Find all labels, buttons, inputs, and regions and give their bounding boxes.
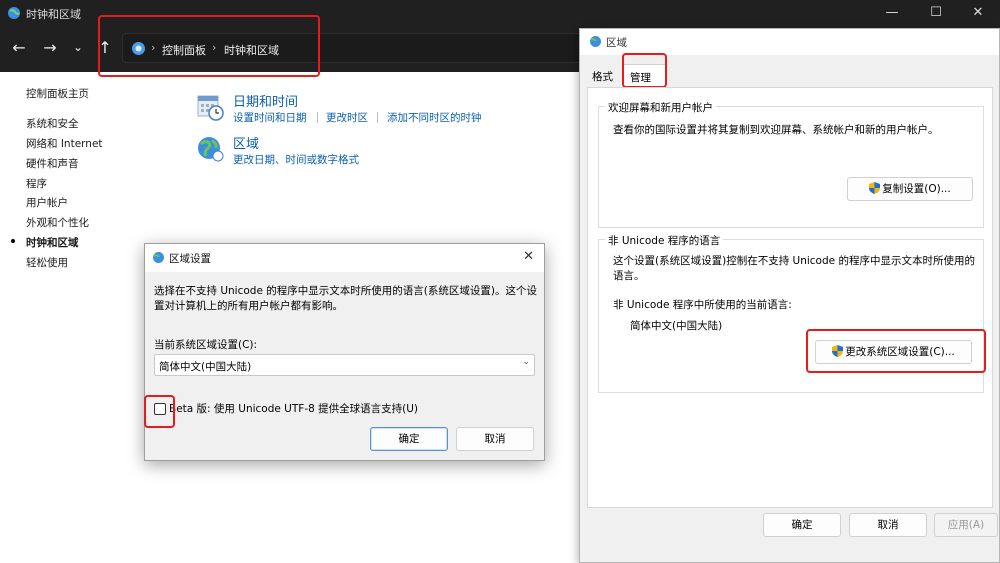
highlight-box-checkbox [144, 395, 175, 428]
administrative-panel: 欢迎屏幕和新用户帐户 查看你的国际设置并将其复制到欢迎屏幕、系统帐户和新的用户帐… [587, 87, 993, 508]
locale-select-value: 简体中文(中国大陆) [159, 361, 252, 373]
region-apply-button[interactable]: 应用(A) [934, 513, 998, 537]
current-language-value: 简体中文(中国大陆) [630, 320, 723, 332]
group-title-non-unicode: 非 Unicode 程序的语言 [605, 233, 724, 248]
sidebar-item-clock-region[interactable]: 时钟和区域 [26, 235, 79, 250]
tab-formats[interactable]: 格式 [592, 69, 613, 84]
sidebar-item-network[interactable]: 网络和 Internet [26, 136, 103, 151]
sidebar-item-home[interactable]: 控制面板主页 [26, 86, 89, 101]
copy-settings-label: 复制设置(O)... [882, 183, 951, 195]
non-unicode-description: 这个设置(系统区域设置)控制在不支持 Unicode 的程序中显示文本时所使用的… [613, 255, 975, 282]
locale-select[interactable]: 简体中文(中国大陆) ⌄ [154, 354, 535, 376]
current-locale-label: 当前系统区域设置(C): [154, 339, 258, 351]
link-change-formats[interactable]: 更改日期、时间或数字格式 [233, 152, 359, 167]
current-language-label: 非 Unicode 程序中所使用的当前语言: [613, 299, 792, 311]
chevron-down-icon[interactable]: ⌄ [68, 40, 88, 54]
sidebar-item-accounts[interactable]: 用户帐户 [26, 195, 68, 210]
sidebar-item-security[interactable]: 系统和安全 [26, 116, 79, 131]
copy-settings-button[interactable]: 复制设置(O)... [847, 177, 973, 201]
category-title-datetime[interactable]: 日期和时间 [233, 91, 298, 110]
region-ok-button[interactable]: 确定 [763, 513, 841, 537]
highlight-box-change-locale [806, 329, 986, 373]
link-change-timezone[interactable]: 更改时区 [326, 110, 368, 125]
globe-clock-icon [8, 7, 20, 19]
chevron-down-icon: ⌄ [522, 357, 530, 367]
sidebar-item-hardware[interactable]: 硬件和声音 [26, 156, 79, 171]
sidebar-item-programs[interactable]: 程序 [26, 176, 47, 191]
link-divider [317, 112, 318, 123]
sidebar-item-appearance[interactable]: 外观和个性化 [26, 215, 89, 230]
link-divider [377, 112, 378, 123]
maximize-icon[interactable]: ☐ [926, 5, 946, 20]
region-cancel-button[interactable]: 取消 [849, 513, 927, 537]
region-settings-dialog: 区域设置 ✕ 选择在不支持 Unicode 的程序中显示文本时所使用的语言(系统… [144, 243, 545, 461]
utf8-beta-label[interactable]: Beta 版: 使用 Unicode UTF-8 提供全球语言支持(U) [169, 401, 418, 416]
region-settings-title: 区域设置 [169, 253, 211, 265]
group-title-welcome: 欢迎屏幕和新用户帐户 [605, 100, 716, 115]
sidebar-item-ease-of-access[interactable]: 轻松使用 [26, 255, 68, 270]
highlight-box-address [98, 15, 320, 77]
region-dialog-titlebar: 区域 [580, 29, 999, 55]
calendar-clock-icon [197, 95, 224, 121]
link-add-clocks[interactable]: 添加不同时区的时钟 [387, 110, 482, 125]
active-bullet-icon [11, 239, 15, 243]
uac-shield-icon [869, 182, 881, 194]
window-title: 时钟和区域 [26, 8, 81, 21]
category-title-region[interactable]: 区域 [233, 133, 259, 152]
minimize-icon[interactable]: — [882, 5, 902, 20]
globe-icon [590, 36, 601, 47]
link-set-time-date[interactable]: 设置时间和日期 [233, 110, 307, 125]
globe-icon [153, 252, 164, 263]
forward-arrow-icon[interactable]: → [40, 38, 60, 57]
back-arrow-icon[interactable]: ← [9, 38, 29, 57]
region-dialog-title: 区域 [606, 37, 627, 49]
region-settings-ok-button[interactable]: 确定 [370, 427, 448, 451]
region-settings-cancel-button[interactable]: 取消 [456, 427, 534, 451]
region-settings-titlebar: 区域设置 ✕ [145, 244, 544, 272]
region-settings-description: 选择在不支持 Unicode 的程序中显示文本时所使用的语言(系统区域设置)。这… [154, 285, 537, 312]
welcome-description: 查看你的国际设置并将其复制到欢迎屏幕、系统帐户和新的用户帐户。 [613, 124, 939, 136]
close-icon[interactable]: ✕ [968, 5, 988, 20]
welcome-screen-group: 欢迎屏幕和新用户帐户 查看你的国际设置并将其复制到欢迎屏幕、系统帐户和新的用户帐… [598, 100, 984, 228]
region-globe-icon [198, 137, 224, 162]
region-dialog: 区域 格式 管理 欢迎屏幕和新用户帐户 查看你的国际设置并将其复制到欢迎屏幕、系… [579, 28, 1000, 563]
highlight-box-tab [622, 53, 667, 88]
close-icon[interactable]: ✕ [523, 249, 534, 264]
